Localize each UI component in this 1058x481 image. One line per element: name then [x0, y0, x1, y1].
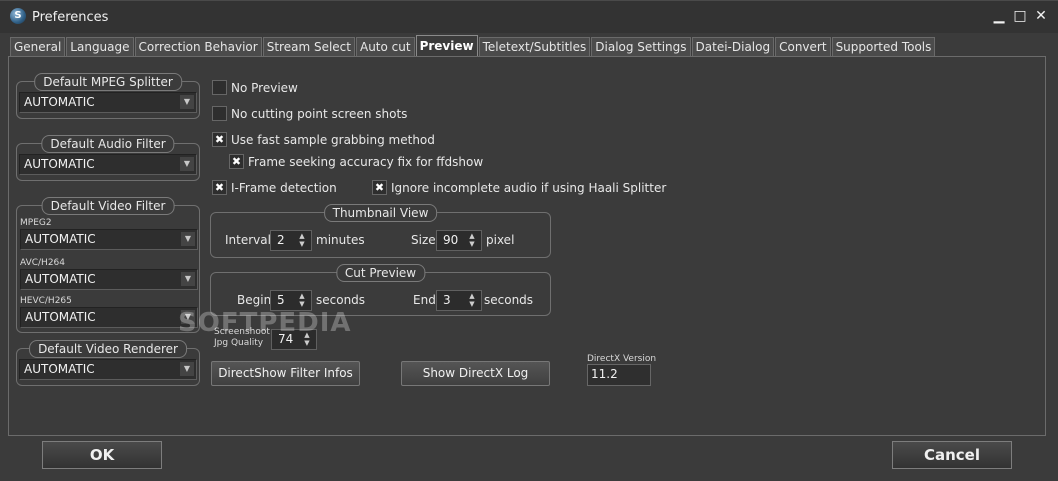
checkmark-x-icon[interactable]: ✖ — [372, 180, 387, 195]
cut-preview-title: Cut Preview — [335, 264, 426, 282]
maximize-icon[interactable]: □ — [1011, 7, 1029, 25]
show-directx-log-button[interactable]: Show DirectX Log — [401, 361, 550, 386]
tab-convert[interactable]: Convert — [775, 37, 831, 56]
jpg-quality-label: Jpg Quality — [214, 338, 264, 348]
end-stepper[interactable]: 3 ▲ ▼ — [436, 290, 482, 311]
title-bar: S Preferences ▁ □ ✕ — [0, 0, 1058, 33]
interval-unit: minutes — [316, 233, 365, 247]
stepper-arrows-icon[interactable]: ▲ ▼ — [465, 292, 479, 309]
tab-language[interactable]: Language — [66, 37, 134, 56]
checkmark-x-icon[interactable]: ✖ — [212, 180, 227, 195]
directshow-filter-infos-button[interactable]: DirectShow Filter Infos — [211, 361, 360, 386]
frame-seek-fix-label: Frame seeking accuracy fix for ffdshow — [248, 155, 484, 169]
begin-unit: seconds — [316, 293, 366, 307]
no-cutting-shots-label: No cutting point screen shots — [231, 107, 408, 121]
end-unit: seconds — [484, 293, 534, 307]
softpedia-watermark: SOFTPEDIA — [178, 308, 352, 338]
checkmark-x-icon[interactable]: ✖ — [212, 132, 227, 147]
thumbnail-view-group: Thumbnail View Interval 2 ▲ ▼ minutes Siz… — [210, 204, 551, 258]
video-renderer-select[interactable]: AUTOMATIC ▼ — [19, 359, 197, 380]
mpeg2-filter-select[interactable]: AUTOMATIC ▼ — [20, 229, 198, 250]
ok-button[interactable]: OK — [42, 441, 162, 469]
tab-bar: General Language Correction Behavior Stream… — [10, 35, 936, 56]
checkbox-empty-icon[interactable] — [212, 106, 227, 121]
chevron-down-icon[interactable]: ▼ — [180, 362, 194, 376]
audio-filter-select[interactable]: AUTOMATIC ▼ — [19, 154, 197, 175]
size-label: Size — [411, 233, 436, 247]
stepper-arrows-icon[interactable]: ▲ ▼ — [295, 232, 309, 249]
stepper-arrows-icon[interactable]: ▲ ▼ — [465, 232, 479, 249]
tab-auto-cut[interactable]: Auto cut — [355, 37, 415, 56]
checkbox-empty-icon[interactable] — [212, 80, 227, 95]
video-renderer-group: Default Video Renderer AUTOMATIC ▼ — [16, 340, 200, 386]
directx-version-field: 11.2 — [587, 364, 651, 386]
chevron-down-icon[interactable]: ▼ — [181, 272, 195, 286]
tab-stream-select[interactable]: Stream Select — [262, 37, 355, 56]
video-renderer-title: Default Video Renderer — [29, 340, 187, 358]
tab-preview[interactable]: Preview — [415, 35, 478, 56]
fast-grabbing-checkbox[interactable]: ✖ Use fast sample grabbing method — [212, 132, 435, 148]
mpeg-splitter-title: Default MPEG Splitter — [34, 73, 182, 91]
tab-dialog-settings[interactable]: Dialog Settings — [591, 37, 691, 56]
chevron-down-icon[interactable]: ▼ — [180, 95, 194, 109]
avc-label: AVC/H264 — [20, 258, 65, 268]
no-preview-label: No Preview — [231, 81, 298, 95]
size-value: 90 — [443, 233, 459, 247]
minimize-icon[interactable]: ▁ — [990, 7, 1008, 25]
mpeg-splitter-value: AUTOMATIC — [24, 95, 95, 109]
close-icon[interactable]: ✕ — [1032, 7, 1050, 25]
tab-datei-dialog[interactable]: Datei-Dialog — [691, 37, 775, 56]
mpeg-splitter-group: Default MPEG Splitter AUTOMATIC ▼ — [16, 73, 200, 119]
app-icon: S — [10, 8, 26, 24]
mpeg2-filter-value: AUTOMATIC — [25, 232, 96, 246]
window-title: Preferences — [32, 10, 109, 25]
audio-filter-group: Default Audio Filter AUTOMATIC ▼ — [16, 135, 200, 181]
no-cutting-shots-checkbox[interactable]: No cutting point screen shots — [212, 106, 407, 122]
cancel-button[interactable]: Cancel — [892, 441, 1012, 469]
mpeg-splitter-select[interactable]: AUTOMATIC ▼ — [19, 92, 197, 113]
no-preview-checkbox[interactable]: No Preview — [212, 80, 298, 96]
ignore-audio-checkbox[interactable]: ✖ Ignore incomplete audio if using Haali … — [372, 180, 666, 196]
size-stepper[interactable]: 90 ▲ ▼ — [436, 230, 482, 251]
tab-correction-behavior[interactable]: Correction Behavior — [134, 37, 262, 56]
frame-seek-fix-checkbox[interactable]: ✖ Frame seeking accuracy fix for ffdshow — [229, 154, 483, 170]
stepper-arrows-icon[interactable]: ▲ ▼ — [295, 292, 309, 309]
tab-teletext-subtitles[interactable]: Teletext/Subtitles — [478, 37, 591, 56]
audio-filter-value: AUTOMATIC — [24, 157, 95, 171]
begin-label: Begin — [237, 293, 272, 307]
video-renderer-value: AUTOMATIC — [24, 362, 95, 376]
iframe-detection-label: I-Frame detection — [231, 181, 337, 195]
chevron-down-icon[interactable]: ▼ — [180, 157, 194, 171]
interval-stepper[interactable]: 2 ▲ ▼ — [270, 230, 312, 251]
begin-value: 5 — [277, 293, 285, 307]
mpeg2-label: MPEG2 — [20, 218, 52, 228]
hevc-filter-select[interactable]: AUTOMATIC ▼ — [20, 307, 198, 328]
fast-grabbing-label: Use fast sample grabbing method — [231, 133, 435, 147]
checkmark-x-icon[interactable]: ✖ — [229, 154, 244, 169]
directx-version-value: 11.2 — [591, 367, 618, 381]
video-filter-title: Default Video Filter — [41, 197, 175, 215]
interval-value: 2 — [277, 233, 285, 247]
hevc-filter-value: AUTOMATIC — [25, 310, 96, 324]
thumbnail-view-title: Thumbnail View — [323, 204, 438, 222]
iframe-detection-checkbox[interactable]: ✖ I-Frame detection — [212, 180, 337, 196]
size-unit: pixel — [486, 233, 515, 247]
end-label: End — [413, 293, 436, 307]
interval-label: Interval — [225, 233, 271, 247]
preview-panel: Default MPEG Splitter AUTOMATIC ▼ Defaul… — [8, 56, 1046, 436]
ignore-audio-label: Ignore incomplete audio if using Haali S… — [391, 181, 667, 195]
tab-general[interactable]: General — [10, 37, 66, 56]
audio-filter-title: Default Audio Filter — [41, 135, 175, 153]
video-filter-group: Default Video Filter MPEG2 AUTOMATIC ▼ A… — [16, 197, 200, 333]
chevron-down-icon[interactable]: ▼ — [181, 232, 195, 246]
tab-supported-tools[interactable]: Supported Tools — [831, 37, 936, 56]
avc-filter-value: AUTOMATIC — [25, 272, 96, 286]
avc-filter-select[interactable]: AUTOMATIC ▼ — [20, 269, 198, 290]
hevc-label: HEVC/H265 — [20, 296, 72, 306]
end-value: 3 — [443, 293, 451, 307]
directx-version-label: DirectX Version — [587, 354, 657, 364]
